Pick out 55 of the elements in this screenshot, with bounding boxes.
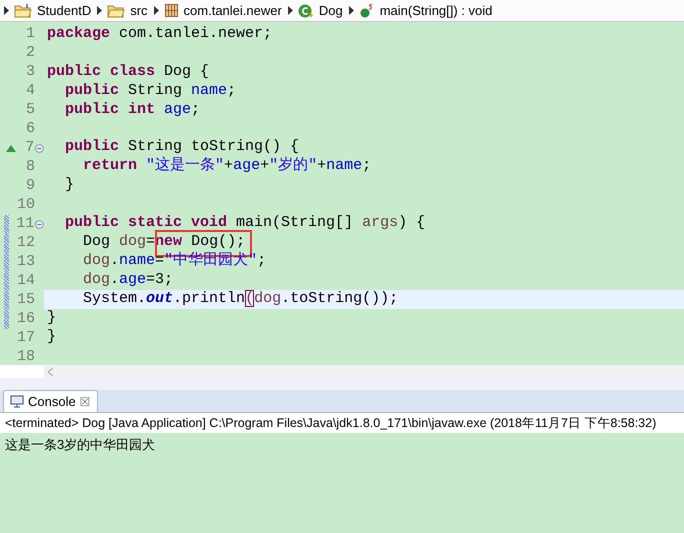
method-icon [358, 2, 375, 18]
line-number: 4 [24, 81, 35, 102]
triangle-icon [97, 6, 102, 15]
code-line: dog.age=3; [82, 270, 174, 290]
triangle-icon [348, 6, 354, 15]
line-number: 13 [16, 252, 35, 272]
line-number: 14 [16, 271, 35, 292]
line-number: 5 [24, 100, 35, 120]
code-line: System.out.println(dog.toString()); [82, 288, 398, 309]
breadcrumb-item[interactable]: StudentD [37, 0, 92, 20]
code-line: public static void main(String[] args) { [64, 212, 426, 233]
triangle-icon [154, 6, 159, 15]
triangle-icon [288, 6, 293, 15]
line-number: 15 [16, 290, 35, 310]
close-icon[interactable]: ☒ [80, 392, 91, 410]
line-number: 3 [24, 62, 35, 82]
fold-icon[interactable] [35, 220, 44, 229]
breadcrumb-item[interactable]: Dog [318, 0, 343, 20]
line-number: 10 [16, 195, 35, 216]
code-line: } [47, 308, 56, 328]
breadcrumb-item[interactable]: com.tanlei.newer [184, 0, 282, 20]
code-line: public String name; [64, 80, 236, 101]
line-number: 9 [24, 176, 35, 196]
breadcrumb-item[interactable]: main(String[]) : void [380, 0, 492, 20]
package-icon [164, 3, 179, 18]
class-icon [298, 2, 314, 18]
line-number: 12 [16, 233, 35, 254]
breadcrumb-item[interactable]: src [130, 0, 148, 20]
line-number: 17 [16, 328, 35, 348]
line-number: 1 [24, 24, 35, 44]
triangle-icon [4, 6, 9, 15]
fold-icon[interactable] [35, 144, 44, 153]
line-number: 16 [16, 309, 35, 330]
line-number: 18 [16, 347, 35, 368]
code-line: } [47, 326, 56, 347]
code-line: } [64, 175, 74, 196]
horizontal-scrollbar[interactable] [44, 365, 684, 378]
code-line: public String toString() { [64, 137, 300, 156]
folder-icon [14, 3, 32, 18]
line-number: 8 [24, 157, 35, 178]
code-line: public int age; [64, 100, 200, 120]
line-number: 7 [24, 138, 34, 158]
console-status: <terminated> Dog [Java Application] C:\Program Files\Java\jdk1.8.0_171\bin\javaw.exe (2018年11月7日 下午8:58:32) [0, 412, 684, 433]
code-line: public class Dog { [47, 62, 210, 82]
output-line: 这是一条3岁的中华田园犬 [5, 436, 156, 454]
folder-icon [107, 3, 126, 18]
code-line: dog.name="中华田园犬"; [82, 250, 266, 271]
line-number: 11 [15, 214, 34, 234]
monitor-icon [10, 395, 24, 408]
line-number: 6 [24, 119, 35, 140]
code-line: return "这是一条"+age+"岁的"+name; [82, 156, 372, 176]
console-tab[interactable]: Console ☒ [3, 390, 98, 412]
scroll-left-icon[interactable] [48, 368, 53, 376]
line-number: 2 [24, 43, 35, 64]
code-line: package com.tanlei.newer; [47, 24, 272, 44]
